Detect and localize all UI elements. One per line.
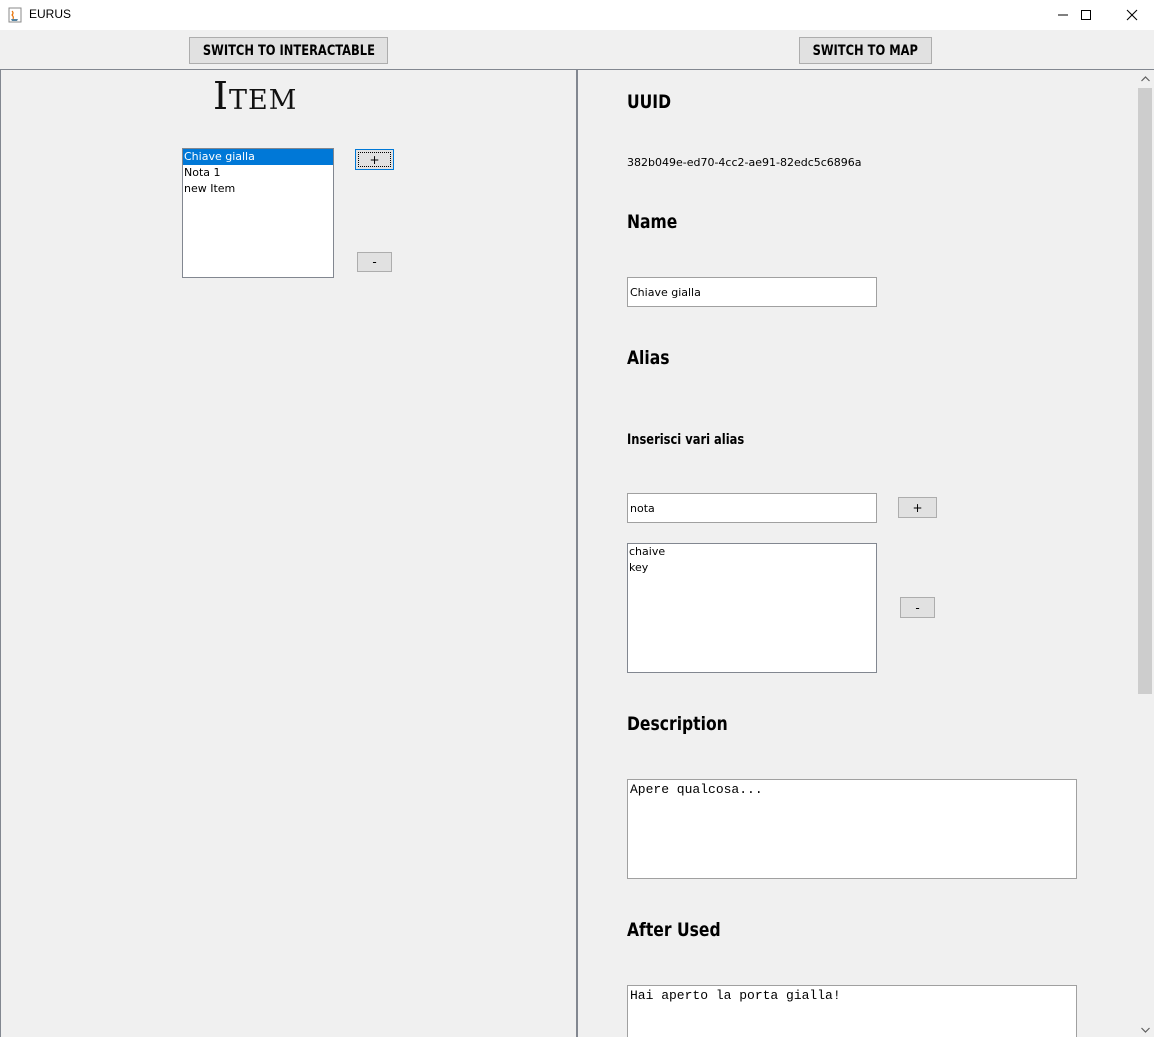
alias-list[interactable]: chaive key <box>627 543 877 673</box>
item-heading: Item <box>213 74 298 118</box>
close-button[interactable] <box>1109 0 1154 30</box>
list-item[interactable]: new Item <box>183 181 333 197</box>
after-used-label: After Used <box>627 919 721 941</box>
add-item-button[interactable]: + <box>355 149 394 170</box>
scroll-down-icon[interactable] <box>1136 1021 1154 1037</box>
java-cup-icon <box>8 7 22 23</box>
list-item[interactable]: Chiave gialla <box>183 149 333 165</box>
add-alias-button[interactable]: + <box>898 497 937 518</box>
uuid-label: UUID <box>627 91 672 113</box>
name-label: Name <box>627 211 678 233</box>
window-title: EURUS <box>29 7 72 21</box>
list-item[interactable]: Nota 1 <box>183 165 333 181</box>
after-used-textarea[interactable]: Hai aperto la porta gialla! <box>627 985 1077 1037</box>
alias-hint: Inserisci vari alias <box>627 432 745 448</box>
maximize-button[interactable] <box>1063 0 1109 30</box>
scroll-up-icon[interactable] <box>1136 70 1154 87</box>
list-item[interactable]: chaive <box>628 544 876 560</box>
remove-alias-button[interactable]: - <box>900 597 935 618</box>
close-icon <box>1126 9 1138 21</box>
alias-label: Alias <box>627 347 670 369</box>
maximize-icon <box>1081 10 1091 20</box>
list-item[interactable]: key <box>628 560 876 576</box>
remove-item-button[interactable]: - <box>357 252 392 272</box>
switch-to-interactable-button[interactable]: SWITCH TO INTERACTABLE <box>189 37 388 64</box>
description-textarea[interactable]: Apere qualcosa... <box>627 779 1077 879</box>
switch-to-map-button[interactable]: SWITCH TO MAP <box>799 37 932 64</box>
scroll-thumb[interactable] <box>1138 88 1152 694</box>
item-detail-panel: UUID 382b049e-ed70-4cc2-ae91-82edc5c6896… <box>578 69 1154 1037</box>
top-toolbar: SWITCH TO INTERACTABLE SWITCH TO MAP <box>0 30 1154 69</box>
alias-input[interactable]: nota <box>627 493 877 523</box>
uuid-value: 382b049e-ed70-4cc2-ae91-82edc5c6896a <box>627 156 862 169</box>
description-label: Description <box>627 713 728 735</box>
title-bar: EURUS <box>0 0 1154 30</box>
item-list-panel: Item Chiave gialla Nota 1 new Item + - <box>0 69 577 1037</box>
name-field[interactable]: Chiave gialla <box>627 277 877 307</box>
item-list[interactable]: Chiave gialla Nota 1 new Item <box>182 148 334 278</box>
vertical-scrollbar[interactable] <box>1136 70 1154 1037</box>
